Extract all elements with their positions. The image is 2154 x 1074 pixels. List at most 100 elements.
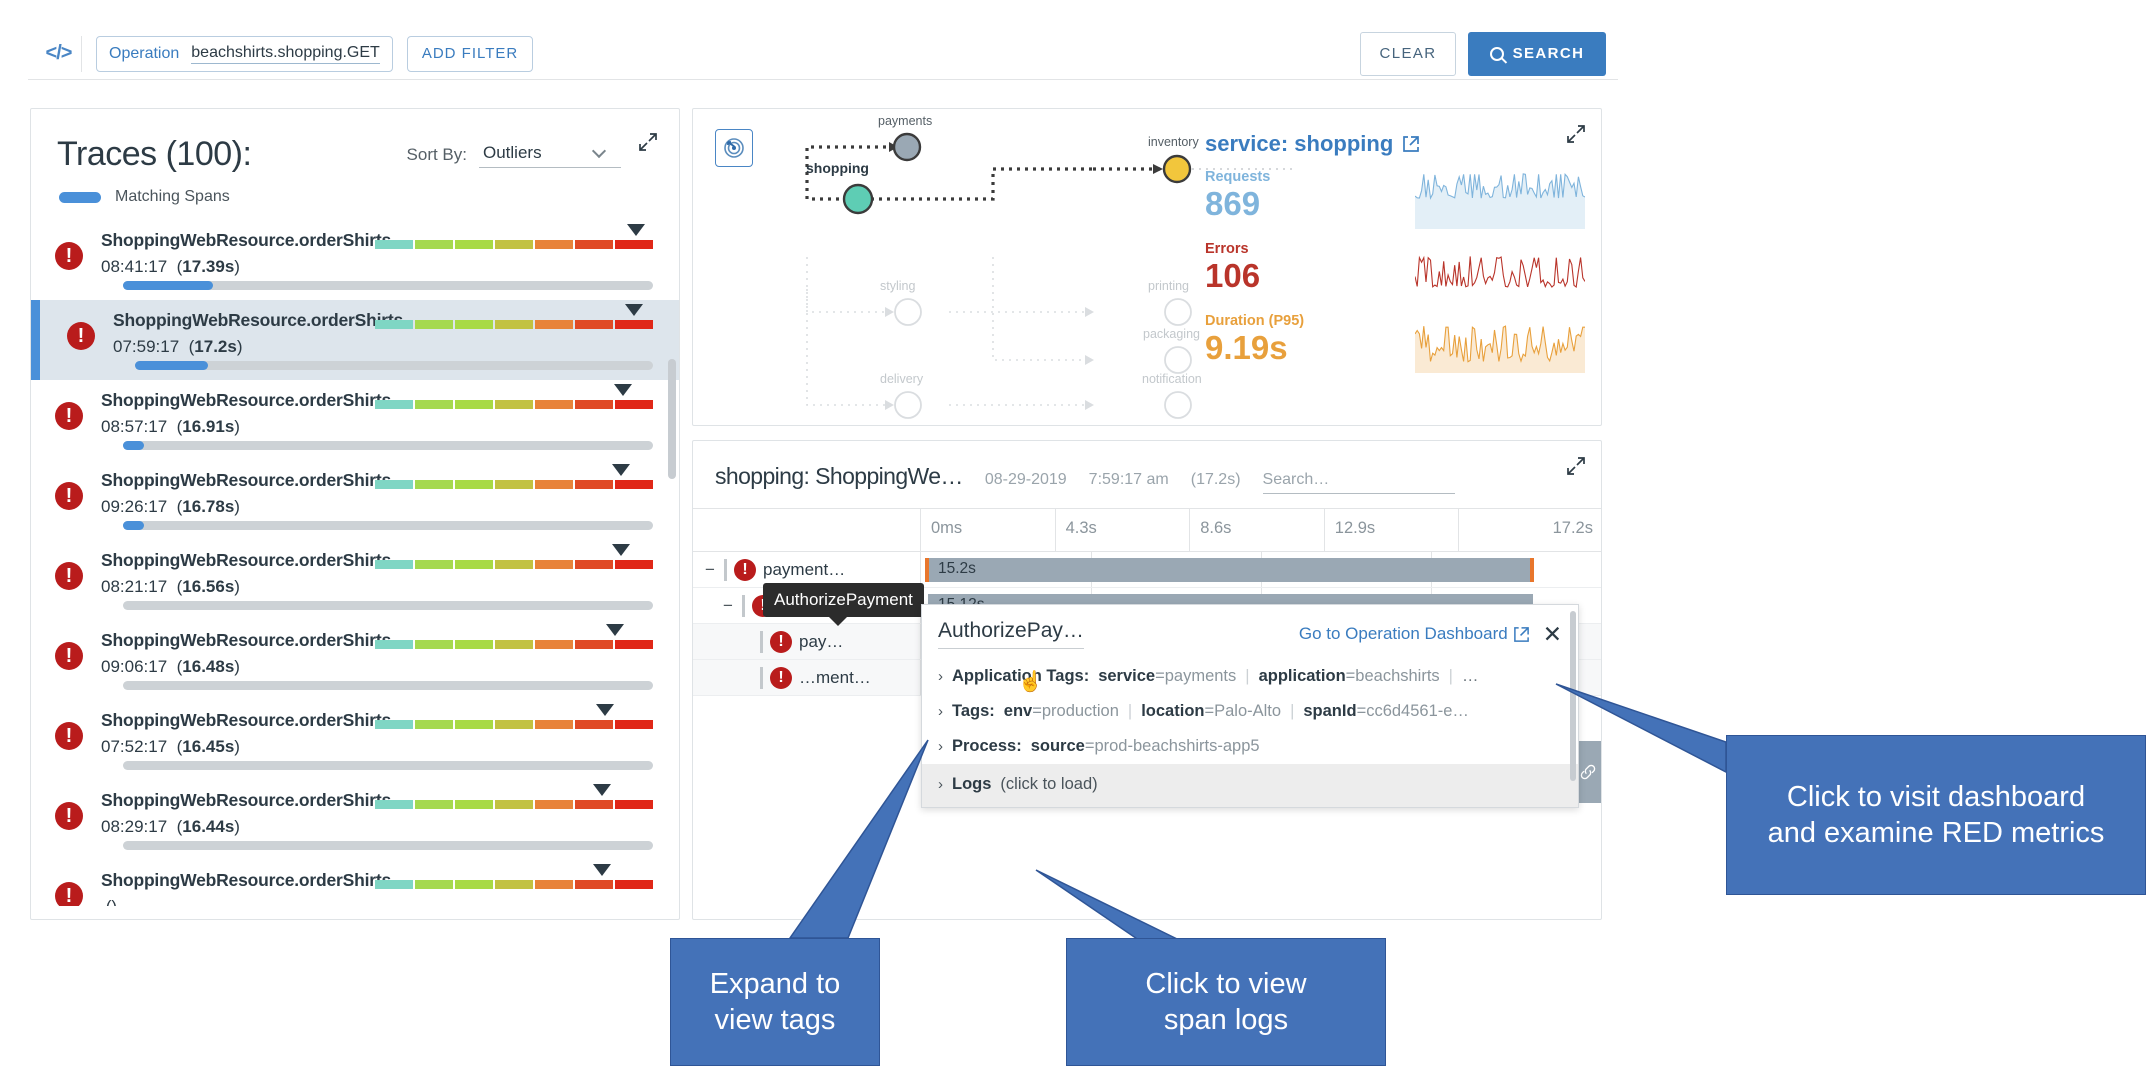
red-metric-value: 106 bbox=[1205, 257, 1261, 294]
external-link-icon bbox=[1513, 626, 1529, 642]
span-detail-row-label: Tags: bbox=[952, 702, 995, 720]
span-detail-scrollbar[interactable] bbox=[1570, 611, 1576, 781]
trace-heatmap bbox=[375, 640, 653, 649]
span-tooltip: AuthorizePayment bbox=[763, 583, 924, 626]
span-search-input[interactable]: Search… bbox=[1262, 471, 1455, 494]
more-tags-icon[interactable]: … bbox=[1462, 667, 1481, 686]
traces-scrollbar[interactable] bbox=[668, 359, 676, 479]
trace-list-item[interactable]: ! ShoppingWebResource.orderShirts 09:06:17… bbox=[31, 620, 679, 700]
chevron-right-icon[interactable]: › bbox=[938, 703, 943, 720]
span-detail-row-label: Process: bbox=[952, 737, 1022, 755]
app-root: </> Operation beachshirts.shopping.GET A… bbox=[0, 0, 2154, 1074]
error-icon: ! bbox=[67, 322, 95, 350]
tag-separator: | bbox=[1127, 702, 1133, 720]
error-icon: ! bbox=[55, 402, 83, 430]
span-detail-title: AuthorizePay… bbox=[938, 619, 1084, 649]
svg-text:payments: payments bbox=[878, 114, 932, 128]
search-icon bbox=[1489, 46, 1504, 61]
timeline-gutter bbox=[693, 509, 921, 551]
trace-meta: 07:52:17 (16.45s) bbox=[101, 737, 240, 756]
span-name: payment… bbox=[763, 559, 846, 579]
error-icon: ! bbox=[55, 882, 83, 906]
trace-caret-icon bbox=[611, 464, 630, 476]
trace-list-item[interactable]: ! ShoppingWebResource.orderShirts 09:26:17… bbox=[31, 460, 679, 540]
chevron-right-icon[interactable]: › bbox=[938, 668, 943, 685]
trace-caret-icon bbox=[596, 704, 614, 716]
chevron-right-icon[interactable]: › bbox=[938, 738, 943, 755]
tag-pair: spanId=cc6d4561-e… bbox=[1303, 702, 1469, 720]
expand-traces-icon[interactable] bbox=[637, 131, 659, 153]
trace-list[interactable]: ! ShoppingWebResource.orderShirts 08:41:17… bbox=[31, 220, 679, 906]
tag-pair: service=payments bbox=[1098, 667, 1237, 685]
search-button-label: SEARCH bbox=[1512, 45, 1585, 62]
span-label[interactable]: ! …ment… bbox=[693, 660, 921, 695]
trace-caret-icon bbox=[614, 384, 633, 396]
service-dashboard-link[interactable]: service: shopping bbox=[1205, 131, 1585, 157]
error-icon: ! bbox=[55, 722, 83, 750]
callout-text: Expand to view tags bbox=[709, 967, 841, 1036]
trace-caret-icon bbox=[627, 224, 646, 236]
tag-separator: | bbox=[1290, 702, 1295, 720]
search-button[interactable]: SEARCH bbox=[1468, 31, 1606, 76]
trace-caret-icon bbox=[593, 784, 612, 796]
sparkline bbox=[1415, 255, 1585, 289]
trace-list-item[interactable]: ! ShoppingWebResource.orderShirts 07:52:17… bbox=[31, 700, 679, 780]
trace-heatmap bbox=[375, 800, 653, 809]
legend-swatch bbox=[59, 191, 101, 203]
trace-list-item[interactable]: ! ShoppingWebResource.orderShirts 07:59:17… bbox=[31, 300, 679, 380]
timeline-tick: 0ms bbox=[921, 509, 1056, 551]
trace-span-bar bbox=[123, 601, 653, 610]
code-view-icon[interactable]: </> bbox=[36, 35, 82, 72]
svg-text:packaging: packaging bbox=[1143, 327, 1200, 341]
sort-by-select[interactable]: Outliers bbox=[479, 141, 621, 168]
chevron-down-icon bbox=[591, 143, 606, 158]
close-icon[interactable]: ✕ bbox=[1543, 622, 1562, 646]
trace-list-item[interactable]: ! ShoppingWebResource.orderShirts 08:41:17… bbox=[31, 220, 679, 300]
span-detail-popup: AuthorizePay… Go to Operation Dashboard … bbox=[921, 604, 1579, 808]
trace-detail-header: shopping: ShoppingWe… 08-29-2019 7:59:17… bbox=[693, 441, 1601, 508]
red-metric-rows: Requests 869 Errors 106 Duration (P95) 9.19s bbox=[1205, 169, 1585, 373]
trace-list-item[interactable]: ! ShoppingWebResource.orderShirts 08:57:17… bbox=[31, 380, 679, 460]
expand-trace-icon[interactable] bbox=[1565, 455, 1587, 477]
error-icon: ! bbox=[55, 242, 83, 270]
trace-heatmap bbox=[375, 400, 653, 409]
svg-text:printing: printing bbox=[1148, 279, 1189, 293]
trace-time: 7:59:17 am bbox=[1088, 471, 1169, 488]
callout-tags: Expand to view tags bbox=[670, 938, 880, 1066]
trace-list-item[interactable]: ! ShoppingWebResource.orderShirts 08:29:17… bbox=[31, 780, 679, 860]
callout-text: Click to view span logs bbox=[1145, 967, 1307, 1036]
error-icon: ! bbox=[734, 558, 756, 581]
span-label[interactable]: −! payment… bbox=[693, 552, 921, 587]
trace-list-item[interactable]: !ShoppingWebResource.orderShirts () bbox=[31, 860, 679, 906]
clear-button[interactable]: CLEAR bbox=[1360, 31, 1456, 76]
logs-hint: (click to load) bbox=[1000, 775, 1098, 793]
trace-detail-panel: shopping: ShoppingWe… 08-29-2019 7:59:17… bbox=[692, 440, 1602, 920]
trace-span-bar bbox=[123, 281, 653, 290]
trace-list-item[interactable]: ! ShoppingWebResource.orderShirts 08:21:17… bbox=[31, 540, 679, 620]
trace-meta: 07:59:17 (17.2s) bbox=[113, 337, 243, 356]
red-metric-value: 869 bbox=[1205, 185, 1261, 222]
trace-heatmap bbox=[375, 560, 653, 569]
operation-dashboard-link[interactable]: Go to Operation Dashboard bbox=[1299, 624, 1530, 644]
span-logs-row[interactable]: › Logs (click to load) ☝ bbox=[922, 671, 1578, 807]
filter-key: Operation bbox=[109, 44, 180, 62]
traces-header: Traces (100): Sort By: Outliers Matching… bbox=[31, 109, 679, 206]
svg-text:delivery: delivery bbox=[880, 372, 924, 386]
trace-heatmap bbox=[375, 320, 653, 329]
focus-target-button[interactable] bbox=[715, 129, 753, 167]
trace-span-bar bbox=[123, 761, 653, 770]
red-metric-row: Errors 106 bbox=[1205, 241, 1585, 301]
span-detail-row[interactable]: › Tags: env=production | location=Palo-Alto |… bbox=[922, 694, 1578, 729]
span-label[interactable]: ! pay… bbox=[693, 624, 921, 659]
filter-chip-operation[interactable]: Operation beachshirts.shopping.GET bbox=[96, 35, 393, 72]
svg-text:inventory: inventory bbox=[1148, 135, 1199, 149]
trace-caret-icon bbox=[611, 544, 630, 556]
collapse-toggle-icon[interactable]: − bbox=[721, 596, 735, 616]
add-filter-button[interactable]: ADD FILTER bbox=[406, 35, 534, 72]
span-detail-row[interactable]: › Process: source=prod-beachshirts-app5 bbox=[922, 729, 1578, 764]
span-name: pay… bbox=[799, 631, 844, 651]
collapse-toggle-icon[interactable]: − bbox=[703, 560, 717, 580]
red-metric-row: Requests 869 bbox=[1205, 169, 1585, 229]
legend-label: Matching Spans bbox=[115, 188, 230, 205]
tag-pair: application=beachshirts bbox=[1258, 667, 1440, 685]
